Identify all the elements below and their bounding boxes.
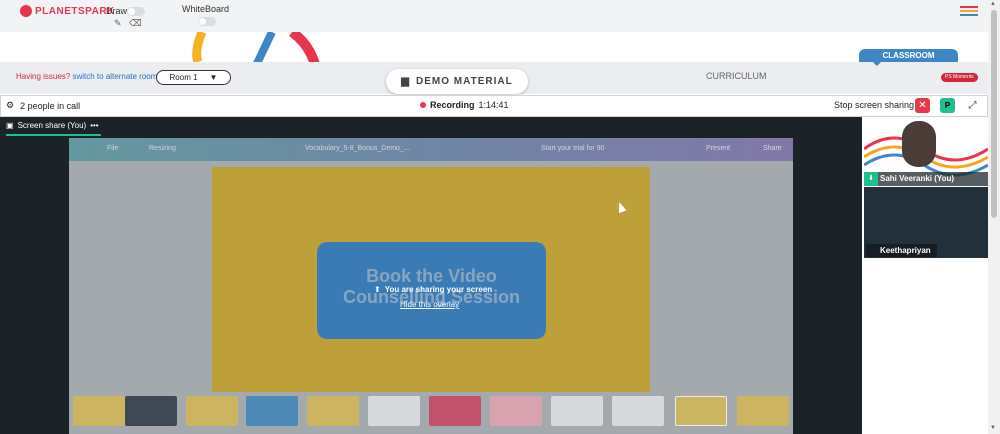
thumbnail[interactable] — [246, 396, 298, 426]
thumbnail[interactable] — [186, 396, 238, 426]
moments-label: PS Moments — [945, 74, 974, 80]
fullscreen-icon[interactable]: ⤢ — [965, 98, 980, 113]
scrollbar-thumb[interactable] — [991, 10, 997, 218]
recording-indicator: Recording 1:14:41 — [420, 100, 509, 110]
thumbnail[interactable] — [429, 396, 481, 426]
screen-share-tab[interactable]: ▣ Screen share (You) ••• — [6, 121, 99, 130]
upload-icon: ⬆ — [374, 285, 381, 294]
demo-material-label: DEMO MATERIAL — [416, 76, 513, 87]
sharing-message: ⬆ You are sharing your screen — [374, 285, 492, 294]
hide-overlay-link[interactable]: Hide this overlay — [400, 300, 459, 309]
thumbnail[interactable] — [490, 396, 542, 426]
screen-icon: ▣ — [6, 121, 14, 130]
logo-text: PLANETSPARK — [35, 5, 115, 17]
logo-mark-icon — [20, 5, 32, 17]
planetspark-logo: PLANETSPARK — [20, 5, 115, 17]
participant-avatar-button[interactable]: P — [940, 98, 955, 113]
menu-icon[interactable] — [960, 6, 978, 18]
recording-label: Recording — [430, 100, 475, 110]
switch-room-link[interactable]: switch to alternate room — [72, 72, 157, 81]
canva-resize: Resizing — [149, 145, 176, 152]
canva-trial: Start your trial for 90 — [541, 145, 605, 152]
screen-share-label: Screen share (You) — [17, 121, 87, 130]
thumbnail[interactable] — [737, 396, 789, 426]
canva-doc-title: Vocabulary_5-8_Bonus_Demo_... — [305, 145, 410, 152]
slide-line-1: Book the Video — [366, 266, 497, 286]
participant-name-self: Sahi Veeranki (You) — [864, 172, 988, 186]
scroll-down-icon[interactable]: ▼ — [990, 425, 996, 431]
slide-thumbnails — [69, 396, 793, 430]
whiteboard-toggle[interactable] — [198, 17, 216, 26]
recording-time: 1:14:41 — [478, 100, 509, 110]
canva-toolbar: File Resizing Vocabulary_5-8_Bonus_Demo_… — [69, 138, 793, 161]
thumbnail[interactable] — [675, 396, 727, 426]
whiteboard-label: WhiteBoard — [182, 4, 230, 14]
people-text: 2 people in call — [20, 100, 81, 111]
thumbnail[interactable] — [368, 396, 420, 426]
room-value: Room 1 — [169, 73, 198, 82]
curriculum-tab[interactable]: CURRICULUM — [706, 71, 767, 81]
stop-sharing-label: Stop screen sharing — [834, 100, 915, 110]
ps-moments-badge[interactable]: PS Moments — [941, 73, 978, 82]
pencil-icon[interactable]: ✎ — [114, 18, 122, 29]
issue-notice: Having issues? switch to alternate room — [16, 72, 157, 81]
scroll-up-icon[interactable]: ▲ — [990, 1, 996, 7]
people-count: ⚙ 2 people in call — [6, 100, 80, 111]
more-icon[interactable]: ••• — [90, 121, 98, 130]
issue-text: Having issues? — [16, 72, 71, 81]
thumbnail[interactable] — [612, 396, 664, 426]
canva-share: Share — [763, 145, 782, 152]
canva-file: File — [107, 145, 119, 152]
gear-icon[interactable]: ⚙ — [6, 100, 14, 111]
participant-name-other: Keethapriyan — [866, 244, 937, 257]
sharing-text: You are sharing your screen — [384, 285, 493, 294]
thumbnail[interactable] — [551, 396, 603, 426]
thumbnail[interactable] — [125, 396, 177, 426]
room-select[interactable]: Room 1 ▼ — [156, 70, 231, 85]
canva-present: Present — [706, 145, 731, 152]
stop-sharing-button[interactable]: ✕ — [915, 98, 930, 113]
demo-material-button[interactable]: ▆ DEMO MATERIAL — [386, 69, 528, 94]
thumbnail[interactable] — [73, 396, 125, 426]
participant-video — [902, 121, 936, 167]
recording-dot-icon — [420, 102, 426, 108]
eraser-icon[interactable]: ⌫ — [129, 18, 142, 29]
classroom-tab[interactable]: CLASSROOM — [859, 49, 958, 66]
draw-toggle[interactable] — [127, 7, 145, 16]
thumbnail[interactable] — [307, 396, 359, 426]
top-bar — [0, 0, 988, 32]
folder-icon: ▆ — [401, 76, 410, 87]
caret-down-icon: ▼ — [209, 73, 218, 82]
mic-icon: ⬇ — [864, 172, 878, 186]
draw-label: Draw — [106, 6, 128, 16]
tab-underline — [6, 134, 101, 136]
